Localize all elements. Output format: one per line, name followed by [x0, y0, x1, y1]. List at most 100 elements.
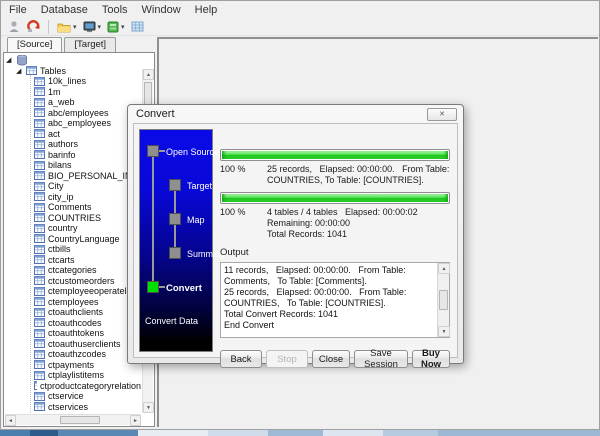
tree-item-table[interactable]: ctproductcategoryrelation: [6, 381, 141, 392]
scroll-down-icon[interactable]: ▼: [438, 326, 450, 337]
menu-item-database[interactable]: Database: [41, 4, 88, 16]
tree-item-label: ctoauthcodes: [48, 318, 102, 328]
tree-item-table[interactable]: ctplaylistitems: [6, 370, 141, 381]
tree-item-label: ctpayments: [48, 360, 94, 370]
tree-item-label: ctemployees: [48, 297, 99, 307]
tree-item-table[interactable]: abc_employees: [6, 118, 141, 129]
overall-progress-detail: 4 tables / 4 tables Elapsed: 00:00:02 Re…: [267, 207, 450, 240]
table-icon: [34, 150, 45, 159]
close-button[interactable]: Close: [312, 350, 350, 368]
open-folder-icon[interactable]: ▾: [56, 19, 78, 35]
tree-item-table[interactable]: bilans: [6, 160, 141, 171]
menu-item-file[interactable]: File: [9, 4, 27, 16]
tree-item-table[interactable]: 1m: [6, 87, 141, 98]
tree-item-table[interactable]: authors: [6, 139, 141, 150]
scrollbar-thumb[interactable]: [60, 416, 100, 424]
output-line: End Convert: [224, 320, 435, 331]
output-line: 11 records, Elapsed: 00:00:00. From Tabl…: [224, 265, 435, 287]
table-icon: [34, 339, 45, 348]
tree-item-table[interactable]: CountryLanguage: [6, 234, 141, 245]
step-connector-line: [152, 151, 154, 287]
user-icon[interactable]: [7, 19, 22, 35]
close-icon[interactable]: ✕: [427, 108, 457, 121]
back-button[interactable]: Back: [220, 350, 262, 368]
tree-item-table[interactable]: ctemployeeoperatelog: [6, 286, 141, 297]
tree-horizontal-scrollbar[interactable]: ◄ ►: [5, 414, 141, 425]
tree-item-label: BIO_PERSONAL_INF: [48, 171, 137, 181]
table-icon: [34, 77, 45, 86]
tree-item-table[interactable]: ctservices: [6, 402, 141, 413]
step-label-open-source: Open Source: [166, 147, 219, 157]
expander-icon[interactable]: ◢: [6, 56, 13, 64]
tree-node-label: Tables: [40, 66, 66, 76]
tree-item-table[interactable]: ctoauthzcodes: [6, 349, 141, 360]
scrollbar-thumb[interactable]: [439, 290, 448, 310]
output-log: 11 records, Elapsed: 00:00:00. From Tabl…: [224, 265, 435, 335]
table-icon: [34, 234, 45, 243]
output-scrollbar[interactable]: ▲ ▼: [437, 263, 449, 337]
menu-item-tools[interactable]: Tools: [102, 4, 128, 16]
tree-item-table[interactable]: ctoauthuserclients: [6, 339, 141, 350]
tree-item-table[interactable]: Comments: [6, 202, 141, 213]
tree-item-table[interactable]: 10k_lines: [6, 76, 141, 87]
buy-now-button[interactable]: Buy Now: [412, 350, 450, 368]
tree-item-table[interactable]: ctcarts: [6, 255, 141, 266]
tree-item-table[interactable]: abc/employees: [6, 108, 141, 119]
table-icon: [34, 287, 45, 296]
scroll-down-icon[interactable]: ▼: [143, 402, 154, 413]
tree-item-table[interactable]: COUNTRIES: [6, 213, 141, 224]
tree-item-table[interactable]: BIO_PERSONAL_INF: [6, 171, 141, 182]
tree-item-table[interactable]: City: [6, 181, 141, 192]
tree-item-label: COUNTRIES: [48, 213, 101, 223]
scroll-up-icon[interactable]: ▲: [438, 263, 450, 274]
tree-item-label: ctoauthtokens: [48, 328, 104, 338]
dialog-body: Convert Data Open SourceTargetMapSummary…: [133, 123, 458, 358]
tree-item-table[interactable]: a_web: [6, 97, 141, 108]
wizard-steps-panel: Convert Data Open SourceTargetMapSummary…: [139, 129, 213, 352]
tree-item-table[interactable]: ctoauthcodes: [6, 318, 141, 329]
save-session-button[interactable]: Save Session: [354, 350, 408, 368]
tree-item-label: abc/employees: [48, 108, 109, 118]
table-grid-icon[interactable]: [130, 19, 145, 35]
step-marker-summary: [169, 247, 181, 259]
tree-item-table[interactable]: ctbills: [6, 244, 141, 255]
tree-item-table[interactable]: ctservice: [6, 391, 141, 402]
stop-button[interactable]: Stop: [266, 350, 308, 368]
monitor-icon[interactable]: ▾: [82, 19, 103, 35]
dialog-titlebar[interactable]: Convert ✕: [128, 105, 463, 123]
overall-progress-bar: [220, 192, 450, 204]
tree-item-table[interactable]: ctcustomeorders: [6, 276, 141, 287]
scroll-left-icon[interactable]: ◄: [5, 415, 16, 426]
tree-item-label: Comments: [48, 202, 92, 212]
table-icon: [34, 129, 45, 138]
scroll-up-icon[interactable]: ▲: [143, 69, 154, 80]
tree-item-table[interactable]: act: [6, 129, 141, 140]
convert-session-icon[interactable]: [26, 19, 41, 35]
taskbar-strip: [0, 430, 600, 436]
table-icon: [34, 213, 45, 222]
tree-item-table[interactable]: ctemployees: [6, 297, 141, 308]
table-icon: [34, 192, 45, 201]
export-green-icon[interactable]: ▾: [106, 19, 126, 35]
tree-item-table[interactable]: ctcategories: [6, 265, 141, 276]
tree-node-tables[interactable]: ◢ Tables: [6, 66, 141, 77]
tree-root-node[interactable]: ◢: [6, 55, 141, 66]
tab-source[interactable]: [Source]: [7, 37, 62, 52]
menu-item-help[interactable]: Help: [195, 4, 218, 16]
tree-item-table[interactable]: ctoauthclients: [6, 307, 141, 318]
tree-item-table[interactable]: country: [6, 223, 141, 234]
menu-item-window[interactable]: Window: [142, 4, 181, 16]
menu-bar: File Database Tools Window Help: [1, 1, 599, 18]
tree-item-table[interactable]: city_ip: [6, 192, 141, 203]
table-progress-detail: 25 records, Elapsed: 00:00:00. From Tabl…: [267, 164, 450, 186]
tree-item-table[interactable]: ctpayments: [6, 360, 141, 371]
tree-item-table[interactable]: barinfo: [6, 150, 141, 161]
tree-item-table[interactable]: ctshopproducts: [6, 412, 141, 413]
scroll-right-icon[interactable]: ►: [130, 415, 141, 426]
table-icon: [34, 224, 45, 233]
table-icon: [34, 297, 45, 306]
tab-target[interactable]: [Target]: [64, 37, 116, 52]
output-line: 25 records, Elapsed: 00:00:00. From Tabl…: [224, 287, 435, 309]
expander-icon[interactable]: ◢: [16, 67, 23, 75]
tree-item-table[interactable]: ctoauthtokens: [6, 328, 141, 339]
